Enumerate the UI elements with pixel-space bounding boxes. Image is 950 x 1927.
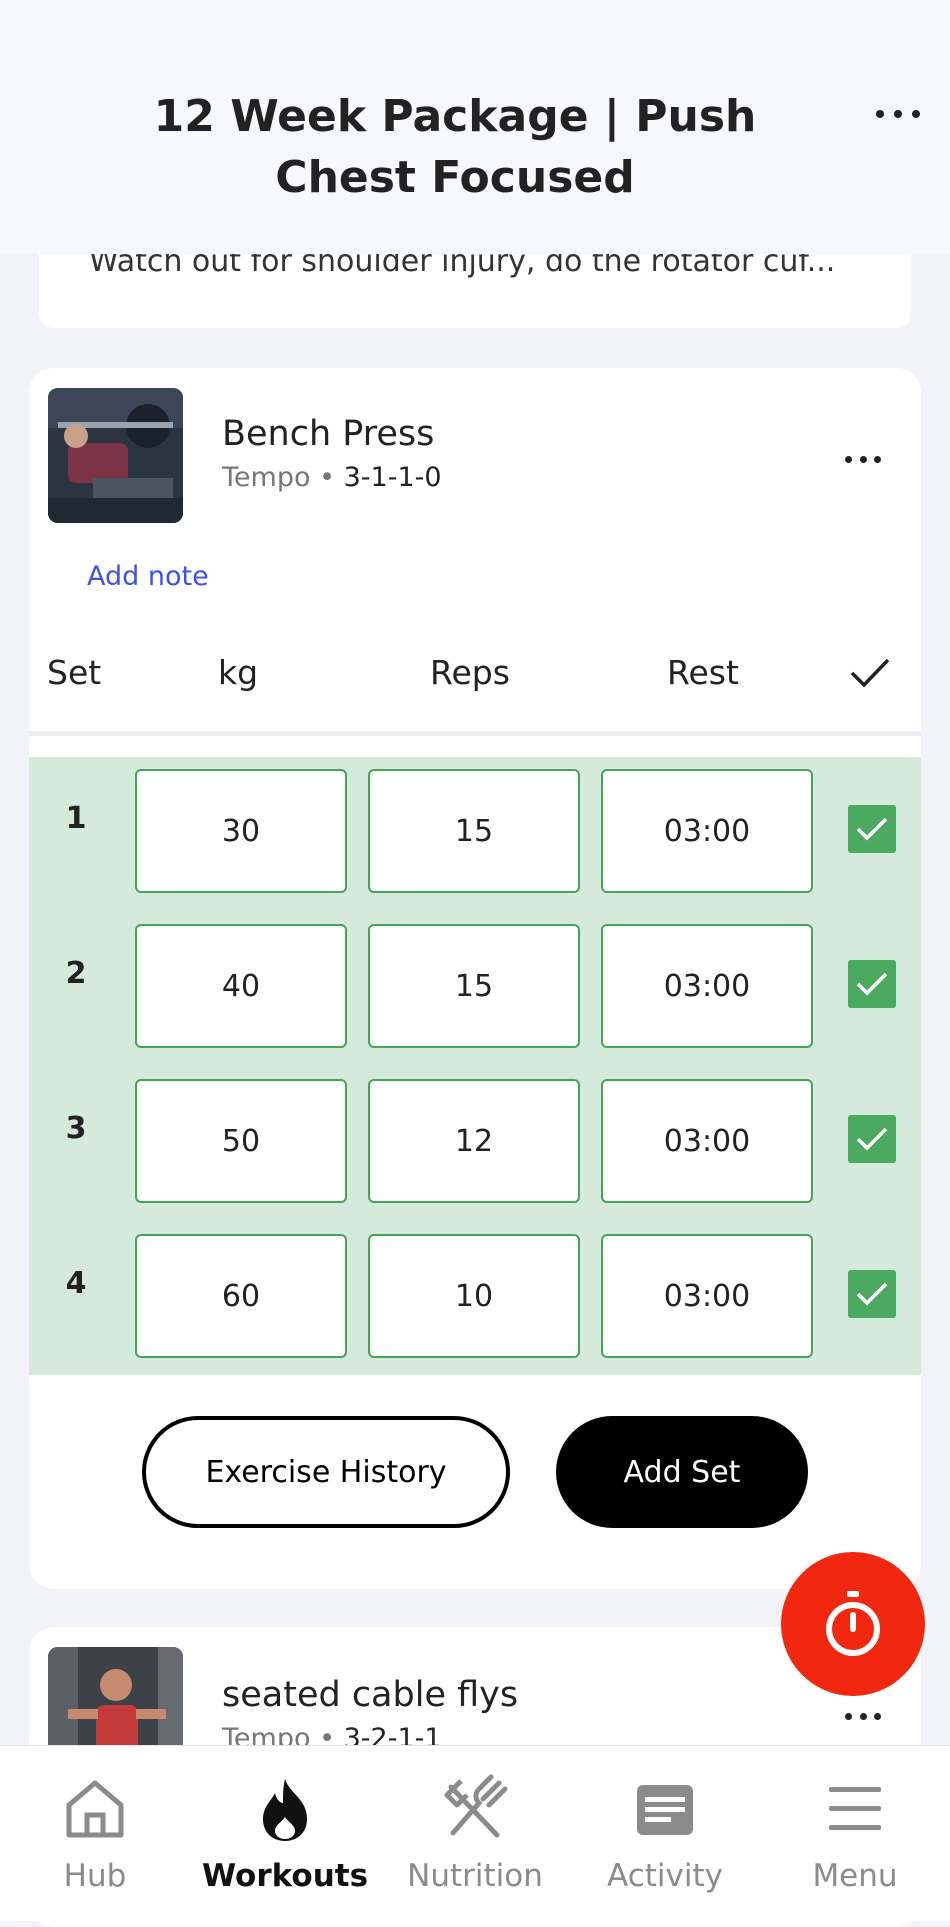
col-set: Set (47, 653, 102, 692)
table-divider (29, 731, 921, 736)
nav-label-menu: Menu (812, 1858, 898, 1894)
check-icon (856, 1282, 888, 1306)
sets-table-header: Set kg Reps Rest (29, 653, 921, 703)
kg-input[interactable]: 50 (135, 1079, 347, 1203)
reps-input[interactable]: 10 (368, 1234, 580, 1358)
menu-icon (829, 1787, 881, 1830)
set-number: 3 (65, 1111, 87, 1146)
kg-input[interactable]: 60 (135, 1234, 347, 1358)
kg-input[interactable]: 40 (135, 924, 347, 1048)
nav-item-menu[interactable]: Menu (760, 1746, 950, 1921)
nav-label-activity: Activity (607, 1858, 723, 1894)
set-number: 2 (65, 956, 87, 991)
nav-label-workouts: Workouts (201, 1858, 369, 1894)
check-icon (856, 972, 888, 996)
exercise-more-icon[interactable] (845, 454, 881, 464)
rest-input[interactable]: 03:00 (601, 1234, 813, 1358)
bottom-nav: Hub Workouts Nutrition Activity Menu (0, 1745, 950, 1921)
col-kg: kg (218, 653, 259, 692)
rest-input[interactable]: 03:00 (601, 1079, 813, 1203)
rest-timer-button[interactable] (781, 1552, 925, 1696)
set-number: 1 (65, 801, 87, 836)
exercise-thumbnail[interactable] (48, 388, 183, 523)
stopwatch-icon (826, 1591, 880, 1656)
checkmark-header-icon (850, 657, 890, 697)
rest-input[interactable]: 03:00 (601, 769, 813, 893)
set-complete-checkbox[interactable] (848, 960, 896, 1008)
exercise-card: Bench Press Tempo • 3-1-1-0 Add note Set… (29, 368, 921, 1589)
sets-list: 1 30 15 03:00 2 40 15 03:00 3 50 12 03:0… (29, 757, 921, 1375)
reps-input[interactable]: 15 (368, 769, 580, 893)
check-icon (856, 817, 888, 841)
fork-knife-icon (444, 1774, 508, 1838)
nav-label-nutrition: Nutrition (407, 1858, 543, 1894)
nav-label-hub: Hub (63, 1858, 127, 1894)
nav-item-hub[interactable]: Hub (0, 1746, 190, 1921)
home-icon (66, 1780, 124, 1838)
set-complete-checkbox[interactable] (848, 1270, 896, 1318)
nav-item-nutrition[interactable]: Nutrition (380, 1746, 570, 1921)
add-set-button[interactable]: Add Set (556, 1416, 808, 1528)
set-number: 4 (65, 1266, 87, 1301)
page-title: 12 Week Package | Push Chest Focused (153, 91, 757, 203)
check-icon (856, 1127, 888, 1151)
col-reps: Reps (430, 653, 510, 692)
reps-input[interactable]: 12 (368, 1079, 580, 1203)
exercise-history-button[interactable]: Exercise History (142, 1416, 510, 1528)
set-row: 1 30 15 03:00 (29, 757, 921, 893)
set-complete-checkbox[interactable] (848, 1115, 896, 1163)
nav-item-activity[interactable]: Activity (570, 1746, 760, 1921)
tempo-value: 3-1-1-0 (343, 462, 442, 493)
col-rest: Rest (667, 653, 739, 692)
exercise-more-icon[interactable] (845, 1711, 881, 1721)
activity-icon (637, 1785, 693, 1835)
tempo-separator: • (319, 462, 336, 493)
set-row: 2 40 15 03:00 (29, 912, 921, 1048)
exercise-tempo: Tempo • 3-1-1-0 (222, 462, 442, 493)
exercise-name[interactable]: Bench Press (222, 414, 434, 454)
flame-icon (263, 1779, 307, 1841)
set-row: 3 50 12 03:00 (29, 1067, 921, 1203)
set-row: 4 60 10 03:00 (29, 1222, 921, 1358)
reps-input[interactable]: 15 (368, 924, 580, 1048)
set-complete-checkbox[interactable] (848, 805, 896, 853)
add-note-link[interactable]: Add note (87, 561, 209, 592)
top-header: 12 Week Package | Push Chest Focused (0, 0, 950, 254)
tempo-label: Tempo (222, 462, 311, 493)
nav-item-workouts[interactable]: Workouts (190, 1746, 380, 1921)
rest-input[interactable]: 03:00 (601, 924, 813, 1048)
more-options-icon[interactable] (876, 104, 920, 124)
exercise-name[interactable]: seated cable flys (222, 1675, 518, 1715)
kg-input[interactable]: 30 (135, 769, 347, 893)
